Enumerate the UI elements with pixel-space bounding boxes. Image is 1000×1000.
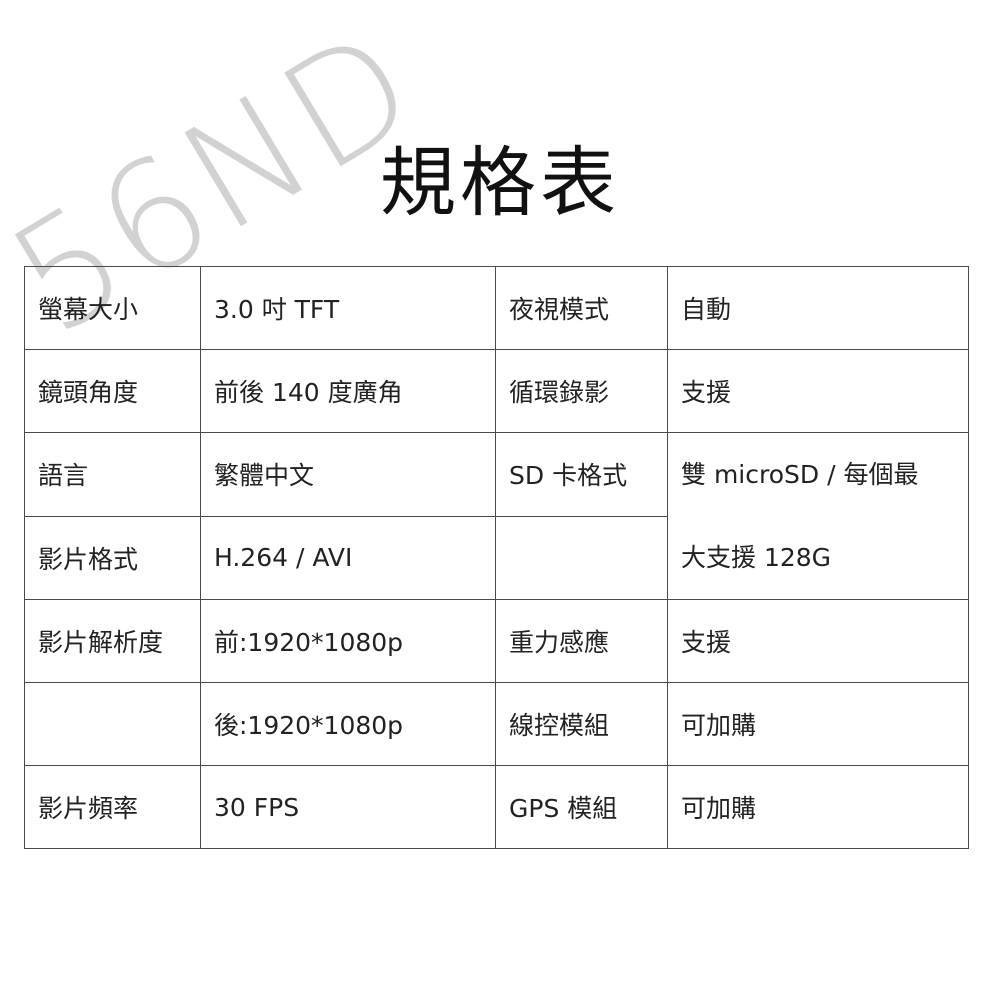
spec-value: 可加購 (667, 682, 969, 766)
spec-value: 前後 140 度廣角 (200, 349, 496, 433)
table-row: 語言 繁體中文 SD 卡格式 雙 microSD / 每個最 大支援 128G (24, 432, 969, 600)
table-row: 後:1920*1080p 線控模組 可加購 (24, 682, 969, 766)
table-row: 鏡頭角度 前後 140 度廣角 循環錄影 支援 (24, 349, 969, 433)
spec-label: SD 卡格式 (495, 432, 668, 517)
spec-label: 螢幕大小 (24, 266, 201, 350)
spec-label: 循環錄影 (495, 349, 668, 433)
spec-label: 影片頻率 (24, 765, 201, 849)
spec-value: 自動 (667, 266, 969, 350)
spec-value: 前:1920*1080p (200, 599, 496, 683)
spec-table: 螢幕大小 3.0 吋 TFT 夜視模式 自動 鏡頭角度 前後 140 度廣角 循… (24, 266, 969, 849)
page-title: 規格表 (380, 138, 620, 227)
spec-label: GPS 模組 (495, 765, 668, 849)
sd-card-spec-line-1: 雙 microSD / 每個最 (681, 460, 919, 489)
sd-card-spec-line-2: 大支援 128G (681, 543, 832, 572)
spec-label: 鏡頭角度 (24, 349, 201, 433)
table-row: 影片解析度 前:1920*1080p 重力感應 支援 (24, 599, 969, 683)
spec-label: 線控模組 (495, 682, 668, 766)
spec-label: 語言 (24, 432, 201, 517)
spec-label (495, 515, 668, 600)
spec-value: 3.0 吋 TFT (200, 266, 496, 350)
spec-value: 可加購 (667, 765, 969, 849)
table-row: 螢幕大小 3.0 吋 TFT 夜視模式 自動 (24, 266, 969, 350)
spec-value: 後:1920*1080p (200, 682, 496, 766)
spec-label: 影片解析度 (24, 599, 201, 683)
spec-label (24, 682, 201, 766)
sd-card-spec-value: 雙 microSD / 每個最 大支援 128G (667, 432, 969, 600)
spec-value: 支援 (667, 599, 969, 683)
spec-value: 繁體中文 (200, 432, 496, 517)
spec-label: 影片格式 (24, 515, 201, 600)
spec-value: 30 FPS (200, 765, 496, 849)
spec-label: 重力感應 (495, 599, 668, 683)
spec-value: 支援 (667, 349, 969, 433)
spec-value: H.264 / AVI (200, 515, 496, 600)
table-row: 影片頻率 30 FPS GPS 模組 可加購 (24, 765, 969, 849)
spec-label: 夜視模式 (495, 266, 668, 350)
